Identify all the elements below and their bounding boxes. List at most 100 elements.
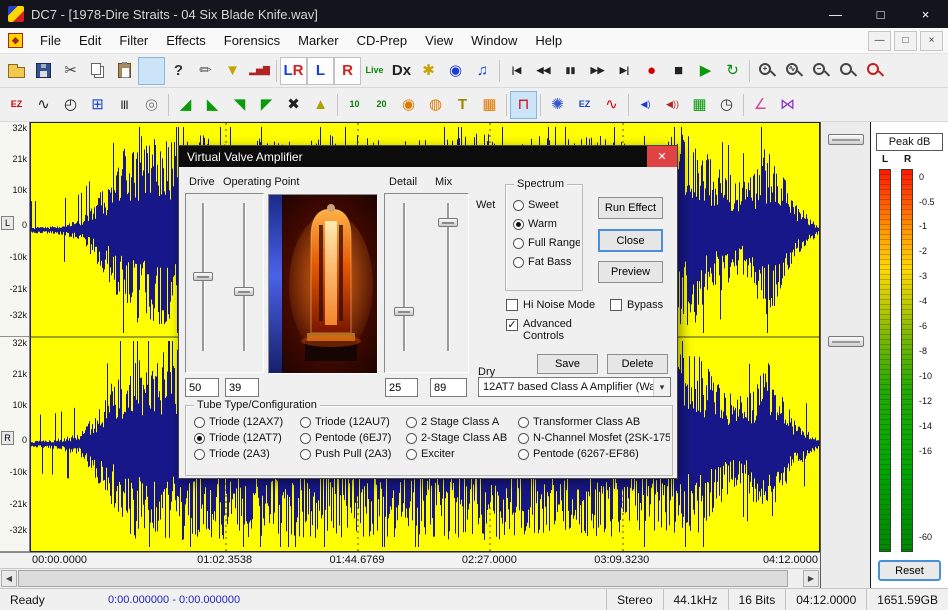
zoom-wave-icon[interactable]: ∿ bbox=[780, 57, 807, 85]
scrollbar-thumb[interactable] bbox=[18, 570, 788, 587]
radio-circle[interactable] bbox=[194, 433, 205, 444]
menu-edit[interactable]: Edit bbox=[70, 29, 110, 52]
checkbox-box[interactable] bbox=[506, 299, 518, 311]
filter-funnel-icon[interactable]: ▼ bbox=[219, 57, 246, 85]
loop-play-icon[interactable]: ↻ bbox=[719, 57, 746, 85]
blank-pressed-button[interactable] bbox=[138, 57, 165, 85]
mix-value-input[interactable] bbox=[430, 378, 467, 397]
zoom-out-icon[interactable]: − bbox=[807, 57, 834, 85]
menu-filter[interactable]: Filter bbox=[110, 29, 157, 52]
go-end-icon[interactable]: ▶| bbox=[611, 57, 638, 85]
play-icon[interactable]: ▶ bbox=[692, 57, 719, 85]
radio-2-stage-class-a[interactable]: 2 Stage Class A bbox=[406, 416, 518, 428]
radio-transformer-class-ab[interactable]: Transformer Class AB bbox=[518, 416, 670, 428]
menu-window[interactable]: Window bbox=[462, 29, 526, 52]
wedge-icon[interactable]: ▲ bbox=[307, 91, 334, 119]
mix-slider[interactable] bbox=[447, 203, 450, 351]
media-notes-icon[interactable]: ♫ bbox=[469, 57, 496, 85]
menu-marker[interactable]: Marker bbox=[289, 29, 347, 52]
operating-point-slider[interactable] bbox=[243, 203, 246, 351]
led-grid-icon[interactable]: ▦ bbox=[686, 91, 713, 119]
operating-point-value-input[interactable] bbox=[225, 378, 259, 397]
radio-circle[interactable] bbox=[518, 417, 529, 428]
dialog-close-icon[interactable]: ✕ bbox=[647, 146, 677, 167]
radio-circle[interactable] bbox=[194, 417, 205, 428]
mix-slider-thumb[interactable] bbox=[438, 218, 458, 227]
cylinder-disk-icon[interactable]: ◎ bbox=[138, 91, 165, 119]
round-tool-icon[interactable]: ◉ bbox=[395, 91, 422, 119]
radio-circle[interactable] bbox=[194, 449, 205, 460]
pulse-wave-icon[interactable]: ∿ bbox=[598, 91, 625, 119]
ez-impulse-icon[interactable]: EZ bbox=[3, 91, 30, 119]
radio-circle[interactable] bbox=[513, 257, 524, 268]
zoom-full-icon[interactable] bbox=[834, 57, 861, 85]
bowtie-filter-icon[interactable]: ⋈ bbox=[774, 91, 801, 119]
detail-value-input[interactable] bbox=[385, 378, 418, 397]
hi-noise-mode-checkbox[interactable]: Hi Noise Mode bbox=[506, 299, 595, 311]
radio-circle[interactable] bbox=[513, 238, 524, 249]
angle-tool-icon[interactable]: ∠ bbox=[747, 91, 774, 119]
spectrum-chart-icon[interactable]: ▂▅▇ bbox=[246, 57, 273, 85]
checkbox-box[interactable] bbox=[610, 299, 622, 311]
gain-20-icon[interactable]: 20 bbox=[368, 91, 395, 119]
fade-out-icon[interactable]: ◣ bbox=[199, 91, 226, 119]
preset-dropdown[interactable]: 12AT7 based Class A Amplifier (War ▾ bbox=[478, 377, 671, 397]
radio-triode-2a3[interactable]: Triode (2A3) bbox=[194, 448, 300, 460]
scroll-right-button[interactable]: ▶ bbox=[803, 570, 819, 587]
dialog-close-button[interactable]: Close bbox=[598, 229, 663, 252]
maximize-button[interactable]: □ bbox=[858, 0, 903, 28]
help-icon[interactable]: ? bbox=[165, 57, 192, 85]
sparkle-icon[interactable]: ✺ bbox=[544, 91, 571, 119]
square-wave-button[interactable]: ⊓ bbox=[510, 91, 537, 119]
dialog-title-bar[interactable]: Virtual Valve Amplifier ✕ bbox=[179, 146, 677, 167]
gauge-icon[interactable]: ◴ bbox=[57, 91, 84, 119]
advanced-controls-checkbox[interactable]: ✓ Advanced Controls bbox=[506, 319, 596, 342]
ez-blue-icon[interactable]: EZ bbox=[571, 91, 598, 119]
channel-l-select-button[interactable]: L bbox=[1, 216, 14, 230]
channel-r-button[interactable]: R bbox=[334, 57, 361, 85]
menu-file[interactable]: File bbox=[31, 29, 70, 52]
save-file-icon[interactable] bbox=[30, 57, 57, 85]
window-grid-icon[interactable]: ⊞ bbox=[84, 91, 111, 119]
chevron-down-icon[interactable]: ▾ bbox=[653, 378, 670, 396]
right-gain-slider[interactable] bbox=[828, 336, 864, 347]
radio-warm[interactable]: Warm bbox=[513, 218, 580, 230]
radio-circle[interactable] bbox=[513, 219, 524, 230]
web-globe-icon[interactable]: ◉ bbox=[442, 57, 469, 85]
radio-full-range[interactable]: Full Range bbox=[513, 237, 580, 249]
radio-n-channel-mosfet-2sk-175[interactable]: N-Channel Mosfet (2SK-175) bbox=[518, 432, 670, 444]
stop-icon[interactable]: ■ bbox=[665, 57, 692, 85]
radio-pentode-6267-ef86[interactable]: Pentode (6267-EF86) bbox=[518, 448, 670, 460]
mdi-restore-button[interactable]: □ bbox=[894, 31, 917, 51]
speaker-wave-icon[interactable]: ◀)) bbox=[659, 91, 686, 119]
scroll-left-button[interactable]: ◀ bbox=[1, 570, 17, 587]
bypass-checkbox[interactable]: Bypass bbox=[610, 299, 663, 311]
minimize-button[interactable]: — bbox=[813, 0, 858, 28]
radio-fat-bass[interactable]: Fat Bass bbox=[513, 256, 580, 268]
radio-circle[interactable] bbox=[406, 433, 417, 444]
fade-in-icon[interactable]: ◢ bbox=[172, 91, 199, 119]
radio-push-pull-2a3[interactable]: Push Pull (2A3) bbox=[300, 448, 406, 460]
mdi-close-button[interactable]: × bbox=[920, 31, 943, 51]
radio-circle[interactable] bbox=[300, 417, 311, 428]
radio-circle[interactable] bbox=[513, 200, 524, 211]
radio-2-stage-class-ab[interactable]: 2-Stage Class AB bbox=[406, 432, 518, 444]
radio-pentode-6ej7[interactable]: Pentode (6EJ7) bbox=[300, 432, 406, 444]
radio-sweet[interactable]: Sweet bbox=[513, 199, 580, 211]
horizontal-scrollbar[interactable]: ◀ ▶ bbox=[0, 568, 820, 588]
menu-cd-prep[interactable]: CD-Prep bbox=[348, 29, 417, 52]
radio-circle[interactable] bbox=[300, 449, 311, 460]
save-button[interactable]: Save bbox=[537, 354, 598, 374]
preview-button[interactable]: Preview bbox=[598, 261, 663, 283]
batch-wizard-icon[interactable]: ✱ bbox=[415, 57, 442, 85]
radio-circle[interactable] bbox=[518, 433, 529, 444]
tag-tool-icon[interactable]: T bbox=[449, 91, 476, 119]
radio-triode-12at7[interactable]: Triode (12AT7) bbox=[194, 432, 300, 444]
radio-exciter[interactable]: Exciter bbox=[406, 448, 518, 460]
menu-help[interactable]: Help bbox=[526, 29, 571, 52]
channel-l-button[interactable]: L bbox=[307, 57, 334, 85]
drive-slider-thumb[interactable] bbox=[193, 272, 213, 281]
drive-slider[interactable] bbox=[202, 203, 205, 351]
checkbox-box[interactable]: ✓ bbox=[506, 319, 518, 331]
clock-icon[interactable]: ◷ bbox=[713, 91, 740, 119]
